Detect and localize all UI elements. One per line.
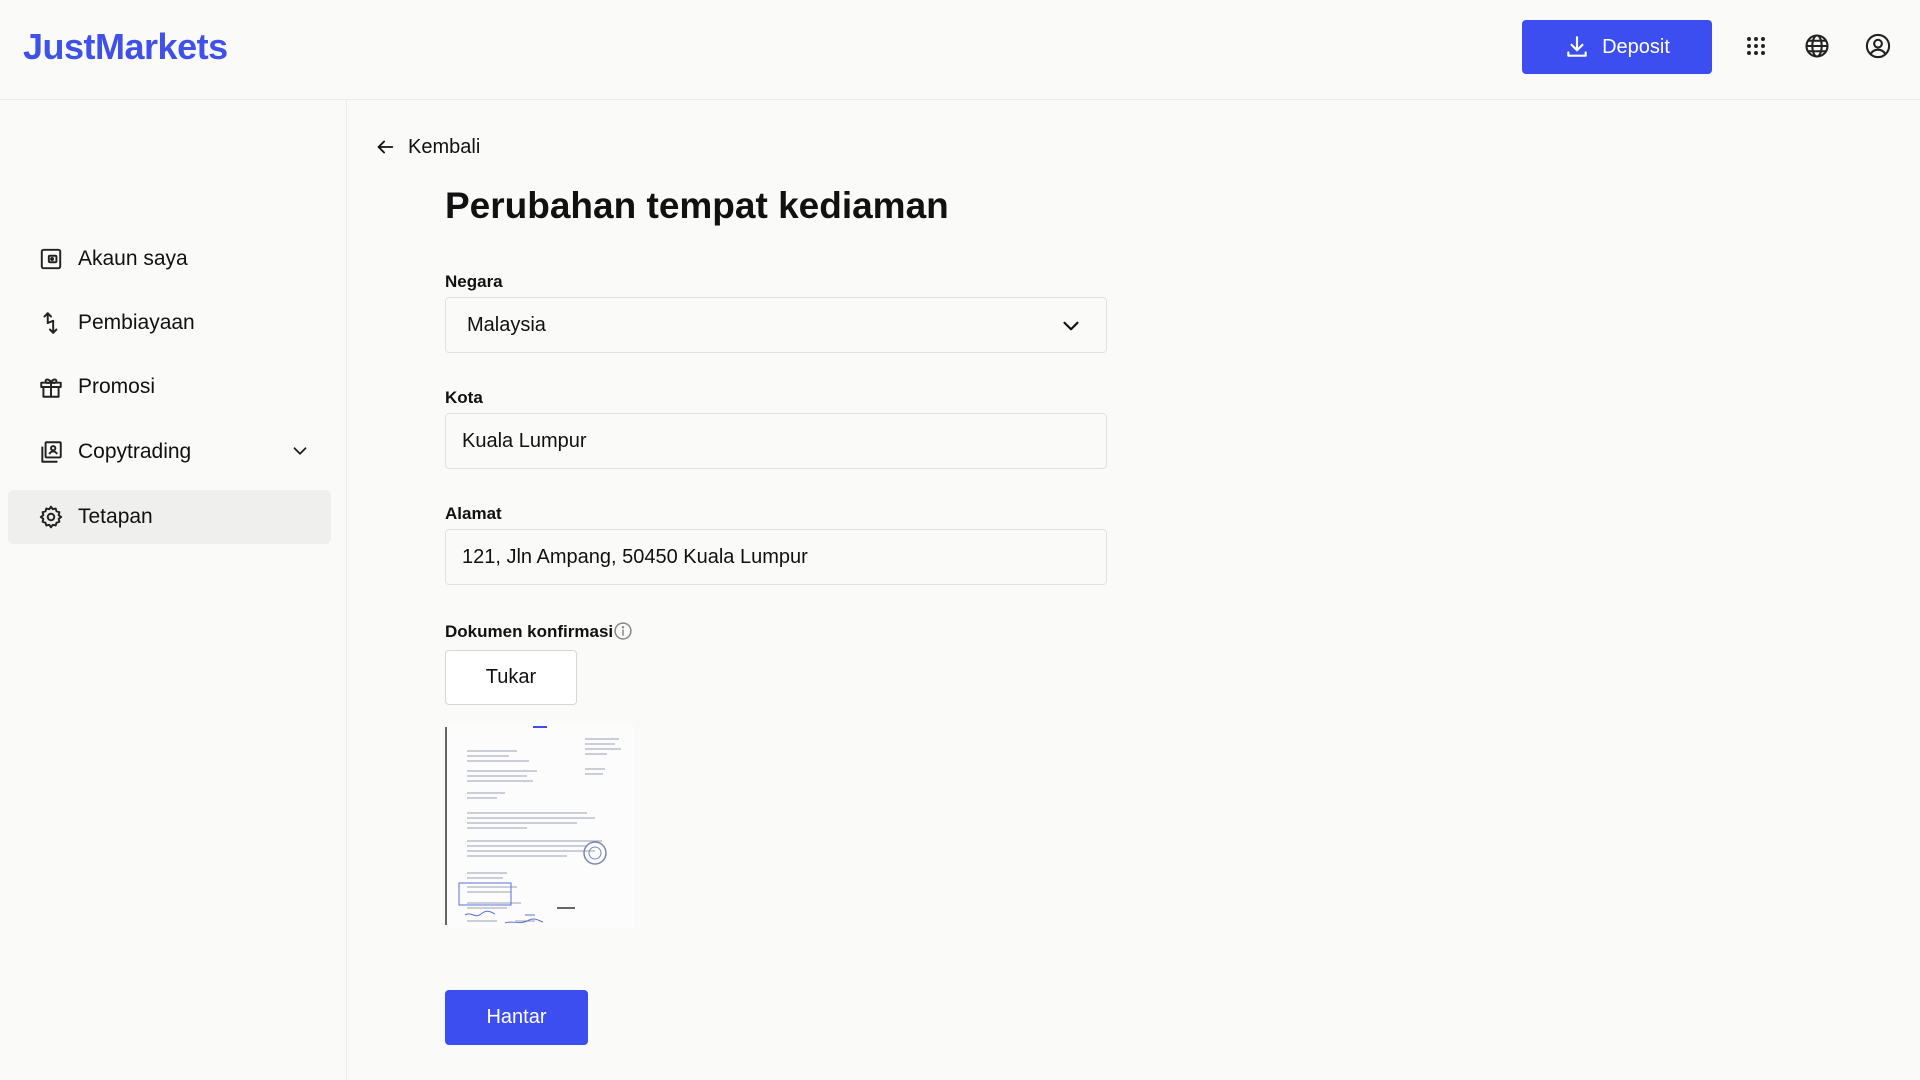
copytrading-icon bbox=[41, 441, 62, 463]
gear-icon bbox=[39, 505, 63, 529]
page-title: Perubahan tempat kediaman bbox=[445, 185, 949, 226]
document-thumbnail[interactable] bbox=[445, 725, 635, 928]
city-value: Kuala Lumpur bbox=[462, 429, 587, 452]
country-select[interactable]: Malaysia bbox=[445, 297, 1107, 353]
sidebar-item-promosi[interactable]: Promosi bbox=[8, 360, 331, 414]
submit-button[interactable]: Hantar bbox=[445, 990, 588, 1045]
city-input[interactable]: Kuala Lumpur bbox=[445, 413, 1107, 469]
download-icon bbox=[1567, 36, 1587, 57]
sidebar-item-label: Tetapan bbox=[78, 505, 153, 528]
back-link[interactable]: Kembali bbox=[374, 132, 480, 162]
chevron-down-icon bbox=[293, 447, 307, 455]
gift-icon bbox=[40, 378, 62, 398]
top-header: JustMarkets Deposit bbox=[0, 0, 1920, 100]
sidebar-item-tetapan[interactable]: Tetapan bbox=[8, 490, 331, 544]
sidebar-item-akaun-saya[interactable]: Akaun saya bbox=[8, 232, 331, 286]
sidebar-item-pembiayaan[interactable]: Pembiayaan bbox=[8, 296, 331, 350]
sidebar-nav: Akaun saya Pembiayaan Promosi Copytradin… bbox=[0, 100, 347, 1080]
document-label: Dokumen konfirmasi bbox=[445, 622, 614, 641]
apps-grid-icon[interactable] bbox=[1742, 32, 1770, 60]
brand-logo[interactable]: JustMarkets bbox=[23, 26, 228, 68]
change-document-button[interactable]: Tukar bbox=[445, 650, 577, 705]
wallet-icon bbox=[40, 248, 62, 270]
deposit-button[interactable]: Deposit bbox=[1522, 20, 1712, 74]
chevron-down-icon bbox=[1063, 321, 1079, 331]
info-icon[interactable] bbox=[613, 621, 633, 641]
address-value: 121, Jln Ampang, 50450 Kuala Lumpur bbox=[462, 545, 808, 568]
deposit-label: Deposit bbox=[1602, 35, 1670, 58]
country-value: Malaysia bbox=[467, 313, 546, 336]
sidebar-item-label: Akaun saya bbox=[78, 247, 188, 270]
address-input[interactable]: 121, Jln Ampang, 50450 Kuala Lumpur bbox=[445, 529, 1107, 585]
sidebar-item-copytrading[interactable]: Copytrading bbox=[8, 425, 331, 479]
sidebar-item-label: Copytrading bbox=[78, 440, 192, 463]
user-profile-icon[interactable] bbox=[1864, 32, 1892, 60]
back-label: Kembali bbox=[408, 135, 481, 158]
address-label: Alamat bbox=[445, 504, 502, 523]
city-label: Kota bbox=[445, 388, 483, 407]
transfer-arrows-icon bbox=[43, 312, 58, 334]
sidebar-item-label: Pembiayaan bbox=[78, 311, 195, 334]
globe-icon[interactable] bbox=[1803, 32, 1831, 60]
arrow-left-icon bbox=[377, 140, 394, 154]
country-label: Negara bbox=[445, 272, 503, 291]
sidebar-item-label: Promosi bbox=[78, 375, 156, 398]
